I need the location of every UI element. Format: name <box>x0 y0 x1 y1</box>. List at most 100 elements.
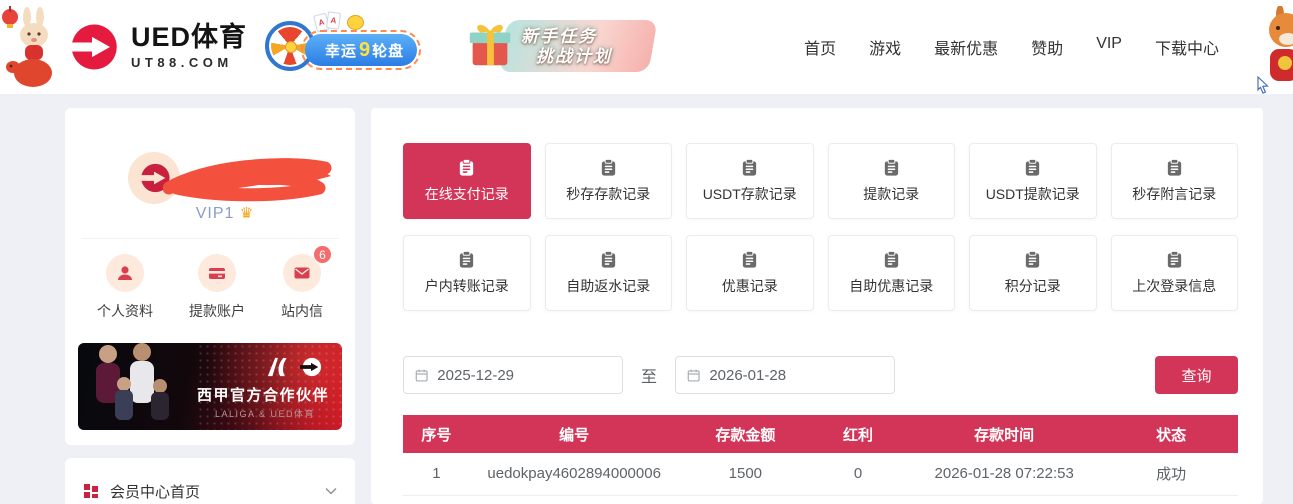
col-index: 序号 <box>403 415 470 453</box>
logo-text: UED体育 UT88.COM <box>131 24 247 70</box>
member-menu-card: 会员中心首页 <box>65 458 355 504</box>
laliga-partner-banner[interactable]: 西甲官方合作伙伴 LALIGA & UED体育 <box>78 343 342 430</box>
grid-icon <box>83 483 99 499</box>
logo-d-icon <box>65 20 119 74</box>
tab-label: 提款记录 <box>863 184 919 204</box>
clipboard-icon <box>740 158 759 177</box>
crown-icon: ♛ <box>240 205 254 222</box>
date-from-field[interactable] <box>403 356 623 394</box>
date-to-field[interactable] <box>675 356 895 394</box>
gold-coin-icon <box>347 15 364 30</box>
top-header: UED体育 UT88.COM A A 幸运 9 轮盘 <box>0 0 1293 94</box>
nav-games[interactable]: 游戏 <box>869 35 901 59</box>
tab-last-login-info[interactable]: 上次登录信息 <box>1111 235 1239 311</box>
vip-level: VIP1 ♛ <box>165 204 285 223</box>
tab-points-records[interactable]: 积分记录 <box>969 235 1097 311</box>
profile-card: VIP1 ♛ 个人资料 <box>65 108 355 445</box>
cell-deposit-time: 2026-01-28 07:22:53 <box>904 453 1104 495</box>
tab-label: 在线支付记录 <box>425 184 509 204</box>
clipboard-icon <box>740 250 759 269</box>
nav-home[interactable]: 首页 <box>804 35 836 59</box>
banner-subtitle: LALIGA & UED体育 <box>215 407 315 420</box>
cell-order-number: uedokpay4602894000006 <box>470 453 679 495</box>
tab-label: 秒存附言记录 <box>1132 184 1216 204</box>
tab-withdrawal-records[interactable]: 提款记录 <box>828 143 956 219</box>
shortcut-site-mail[interactable]: 6 站内信 <box>281 254 323 321</box>
ued-logo-icon <box>300 356 322 378</box>
tab-label: 户内转账记录 <box>425 276 509 296</box>
cell-index: 1 <box>403 453 470 495</box>
tab-self-promo-records[interactable]: 自助优惠记录 <box>828 235 956 311</box>
wheel-label-number: 9 <box>359 39 370 62</box>
col-bonus: 红利 <box>812 415 904 453</box>
tab-label: USDT存款记录 <box>703 184 797 204</box>
clipboard-icon <box>1023 250 1042 269</box>
clipboard-icon <box>1165 158 1184 177</box>
date-to-input[interactable] <box>709 367 883 384</box>
table-row: 1 uedokpay4602894000006 1500 0 2026-01-2… <box>403 453 1238 495</box>
bank-card-icon <box>198 254 236 292</box>
lucky-wheel-promo-banner[interactable]: A A 幸运 9 轮盘 <box>263 12 433 82</box>
date-from-input[interactable] <box>437 367 611 384</box>
divider <box>81 238 339 239</box>
tab-quick-deposit-records[interactable]: 秒存存款记录 <box>545 143 673 219</box>
nav-sponsorship[interactable]: 赞助 <box>1031 35 1063 59</box>
vip-label: VIP1 <box>196 205 235 222</box>
tab-online-payment-records[interactable]: 在线支付记录 <box>403 143 531 219</box>
gift-box-icon <box>463 17 517 78</box>
cell-deposit-amount: 1500 <box>679 453 813 495</box>
table-header-row: 序号 编号 存款金额 红利 存款时间 状态 <box>403 415 1238 453</box>
nav-vip[interactable]: VIP <box>1096 35 1122 59</box>
tab-usdt-deposit-records[interactable]: USDT存款记录 <box>686 143 814 219</box>
logo-title: UED体育 <box>131 24 247 51</box>
tab-label: 自助优惠记录 <box>849 276 933 296</box>
tab-label: 上次登录信息 <box>1132 276 1216 296</box>
tab-self-rebate-records[interactable]: 自助返水记录 <box>545 235 673 311</box>
tab-promo-records[interactable]: 优惠记录 <box>686 235 814 311</box>
page: UED体育 UT88.COM A A 幸运 9 轮盘 <box>0 0 1293 504</box>
wheel-label-suffix: 轮盘 <box>372 40 404 61</box>
shortcut-personal-info[interactable]: 个人资料 <box>97 254 153 321</box>
user-icon <box>106 254 144 292</box>
clipboard-icon <box>599 250 618 269</box>
sidebar-item-member-center-home[interactable]: 会员中心首页 <box>83 458 337 504</box>
clipboard-icon <box>1165 250 1184 269</box>
nav-download-center[interactable]: 下载中心 <box>1155 35 1219 59</box>
shortcut-label: 个人资料 <box>97 301 153 321</box>
wheel-label-prefix: 幸运 <box>325 40 357 61</box>
shortcut-withdrawal-account[interactable]: 提款账户 <box>189 254 245 321</box>
tab-label: 优惠记录 <box>722 276 778 296</box>
shortcut-label: 站内信 <box>281 301 323 321</box>
banner-title: 西甲官方合作伙伴 <box>197 384 329 405</box>
query-button[interactable]: 查询 <box>1155 356 1238 394</box>
chevron-down-icon <box>325 487 337 495</box>
col-status: 状态 <box>1104 415 1238 453</box>
newbie-task-label: 新手任务 挑战计划 <box>521 27 612 68</box>
clipboard-icon <box>882 250 901 269</box>
payment-records-table: 序号 编号 存款金额 红利 存款时间 状态 1 uedokpay46028940… <box>403 415 1238 496</box>
col-order-number: 编号 <box>470 415 679 453</box>
tab-usdt-withdrawal-records[interactable]: USDT提款记录 <box>969 143 1097 219</box>
cell-bonus: 0 <box>812 453 904 495</box>
menu-item-label: 会员中心首页 <box>110 481 314 502</box>
mouse-cursor-icon <box>1256 76 1270 99</box>
newbie-task-line1: 新手任务 <box>521 27 597 46</box>
playing-card-icon: A <box>326 11 341 30</box>
unread-count-badge: 6 <box>313 245 332 264</box>
cny-rabbit-mascot-image <box>0 4 62 92</box>
nav-promotions[interactable]: 最新优惠 <box>934 35 998 59</box>
profile-shortcuts: 个人资料 提款账户 <box>65 254 355 321</box>
banner-logos <box>266 356 322 378</box>
site-logo[interactable]: UED体育 UT88.COM <box>65 20 247 74</box>
tab-internal-transfer-records[interactable]: 户内转账记录 <box>403 235 531 311</box>
calendar-icon <box>415 368 428 383</box>
record-tabs: 在线支付记录 秒存存款记录 USDT存款记录 提款记录 USDT提款记录 秒存附… <box>403 143 1238 311</box>
tab-label: 积分记录 <box>1005 276 1061 296</box>
tab-label: 秒存存款记录 <box>566 184 650 204</box>
clipboard-icon <box>457 250 476 269</box>
tab-quick-memo-records[interactable]: 秒存附言记录 <box>1111 143 1239 219</box>
tab-label: USDT提款记录 <box>986 184 1080 204</box>
newbie-task-promo-banner[interactable]: 新手任务 挑战计划 <box>463 12 653 82</box>
sidebar: VIP1 ♛ 个人资料 <box>65 108 355 504</box>
col-deposit-time: 存款时间 <box>904 415 1104 453</box>
